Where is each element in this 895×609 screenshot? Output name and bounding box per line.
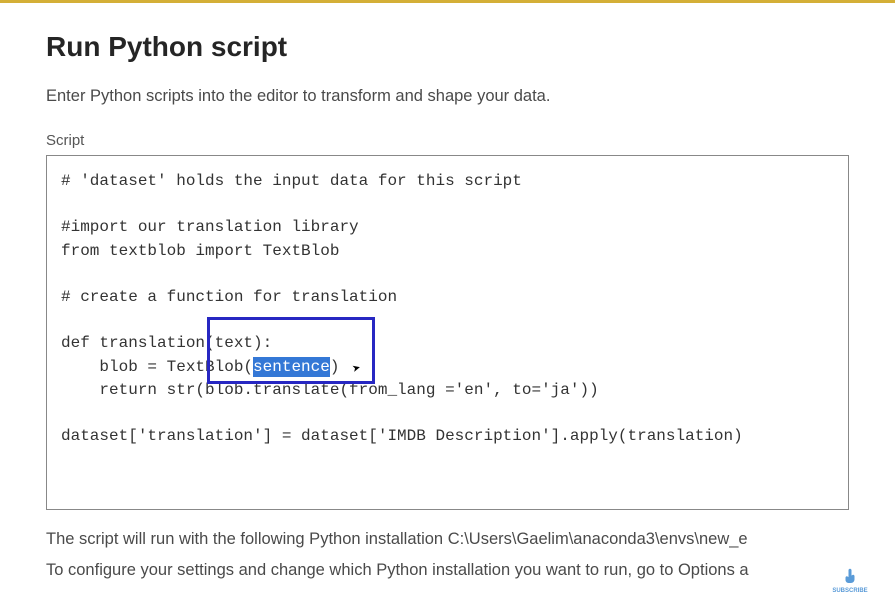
code-line-pre: blob = TextBlob( [61,358,253,376]
code-line: dataset['translation'] = dataset['IMDB D… [61,427,743,445]
subscribe-badge[interactable]: SUBSCRIBE [825,561,875,601]
code-line: return str(blob.translate(from_lang ='en… [61,381,599,399]
code-line: #import our translation library [61,218,359,236]
cursor-icon: ➤ [351,359,364,381]
pointer-icon [841,568,859,586]
code-line-post: ) [330,358,340,376]
selected-text[interactable]: sentence [253,357,330,377]
code-line: from textblob import TextBlob [61,242,339,260]
script-editor[interactable]: # 'dataset' holds the input data for thi… [46,155,849,510]
footer-line-1: The script will run with the following P… [46,524,849,555]
dialog-title: Run Python script [46,31,849,63]
code-line: # create a function for translation [61,288,397,306]
subscribe-label: SUBSCRIBE [832,588,867,594]
dialog-content: Run Python script Enter Python scripts i… [0,3,895,606]
code-line: # 'dataset' holds the input data for thi… [61,172,522,190]
dialog-subtitle: Enter Python scripts into the editor to … [46,87,849,106]
footer-info: The script will run with the following P… [46,524,849,587]
code-line: def translation(text): [61,334,272,352]
script-label: Script [46,132,849,149]
footer-line-2: To configure your settings and change wh… [46,555,849,586]
